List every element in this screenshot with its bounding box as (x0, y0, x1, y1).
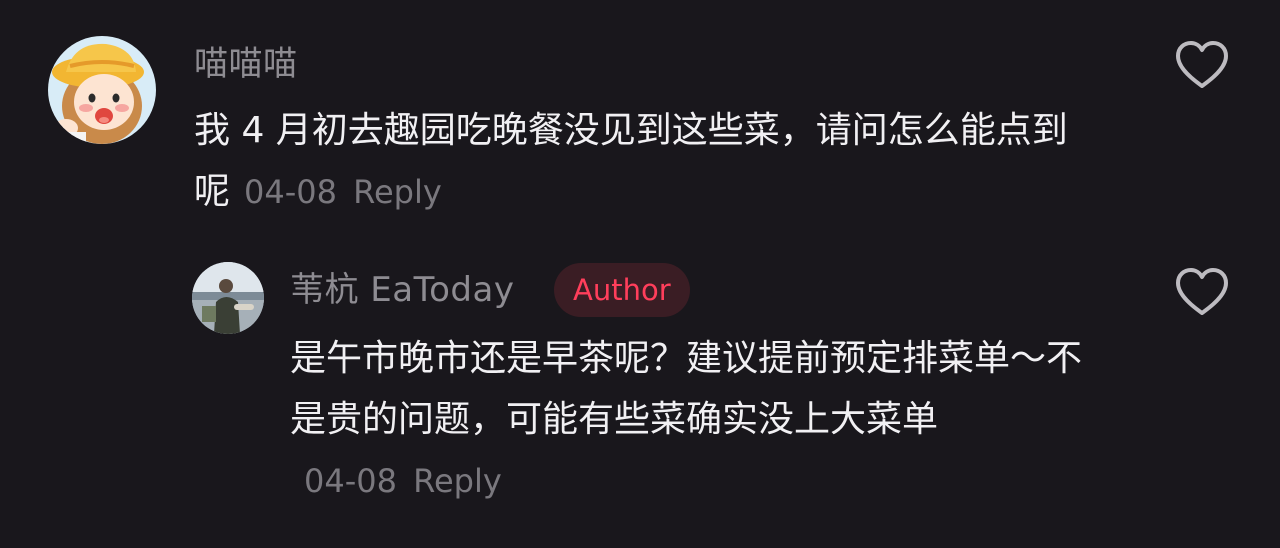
comments-panel: 喵喵喵 我 4 月初去趣园吃晚餐没见到这些菜，请问怎么能点到呢 04-08 Rep… (0, 0, 1280, 548)
cartoon-girl-avatar-icon (48, 36, 156, 144)
comment-meta: 04-08 Reply (244, 173, 442, 211)
avatar[interactable] (192, 262, 264, 334)
photo-avatar-icon (192, 262, 264, 334)
author-badge: Author (554, 263, 690, 317)
reply-button[interactable]: Reply (413, 462, 502, 500)
comment-text: 是午市晚市还是早茶呢？建议提前预定排菜单～不是贵的问题，可能有些菜确实没上大菜单… (290, 328, 1110, 512)
reply-button[interactable]: Reply (353, 173, 442, 211)
comment-date: 04-08 (304, 462, 397, 500)
comment-meta: 04-08 Reply (304, 462, 502, 500)
heart-outline-icon (1176, 268, 1228, 315)
username[interactable]: 苇杭 EaToday (290, 270, 514, 310)
comment-text: 我 4 月初去趣园吃晚餐没见到这些菜，请问怎么能点到呢 04-08 Reply (194, 100, 1094, 223)
like-button[interactable] (1174, 40, 1230, 90)
heart-outline-icon (1176, 41, 1228, 88)
avatar[interactable] (48, 36, 156, 144)
comment-date: 04-08 (244, 173, 337, 211)
comment-body: 是午市晚市还是早茶呢？建议提前预定排菜单～不是贵的问题，可能有些菜确实没上大菜单 (290, 338, 1083, 440)
like-button[interactable] (1174, 267, 1230, 317)
username[interactable]: 喵喵喵 (194, 44, 298, 84)
